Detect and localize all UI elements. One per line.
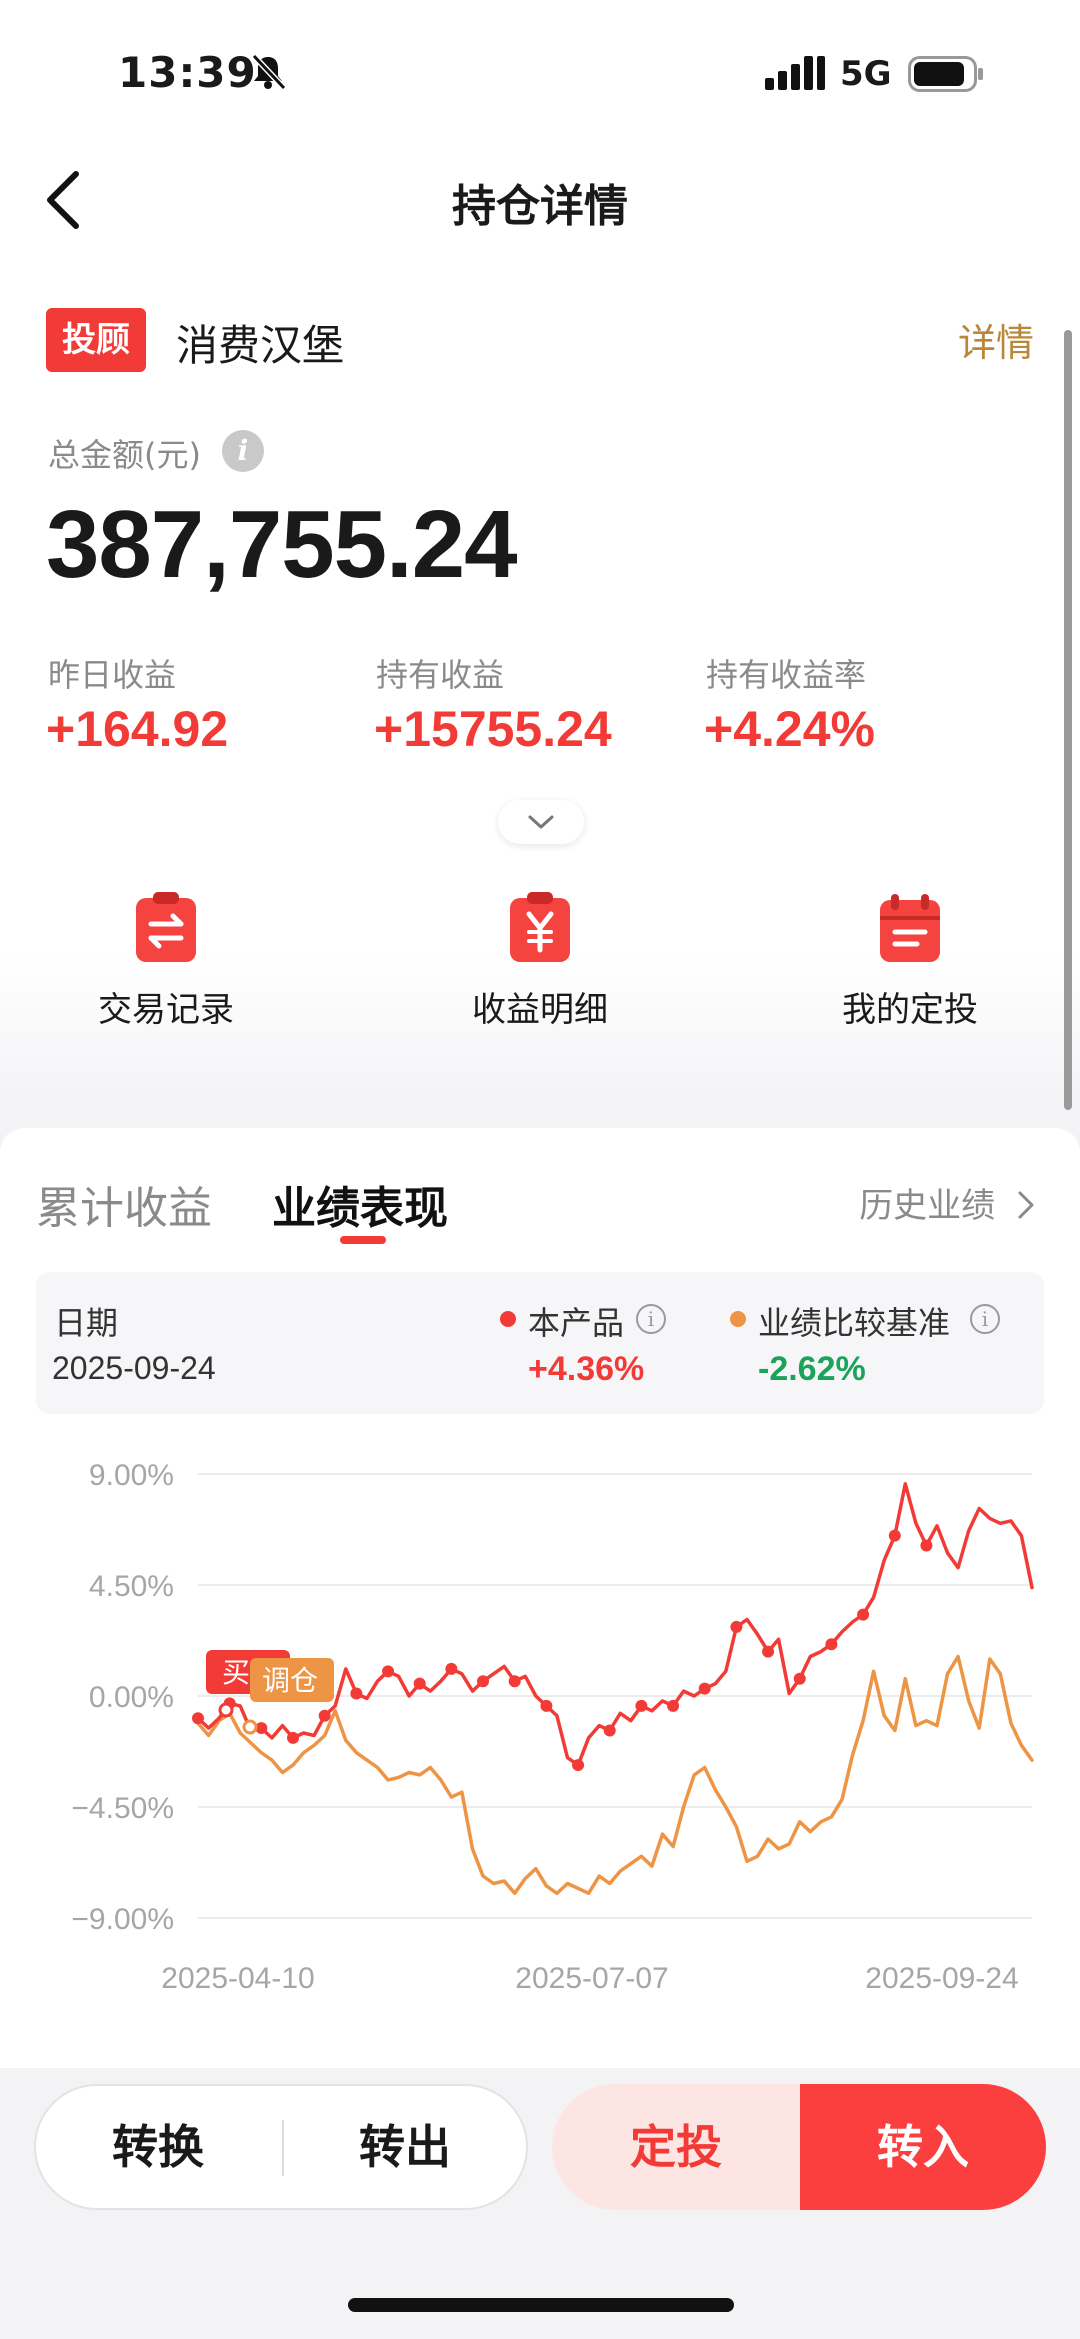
total-amount: 387,755.24 bbox=[46, 491, 517, 598]
y-tick-label: 0.00% bbox=[89, 1681, 174, 1714]
trade-point bbox=[572, 1759, 585, 1772]
trade-point bbox=[192, 1712, 204, 1725]
battery-icon bbox=[908, 56, 983, 92]
invest-group: 定投 转入 bbox=[552, 2084, 1046, 2210]
quick-action-label: 交易记录 bbox=[98, 990, 234, 1030]
expand-toggle[interactable] bbox=[498, 800, 584, 844]
holding-rate-value: +4.24% bbox=[704, 701, 875, 757]
product-series-line bbox=[196, 1482, 1034, 1767]
legend-date-label: 日期 bbox=[54, 1304, 119, 1342]
info-icon[interactable]: i bbox=[636, 1304, 666, 1334]
trade-point bbox=[508, 1675, 521, 1688]
home-indicator[interactable] bbox=[348, 2298, 734, 2312]
trade-point bbox=[413, 1677, 426, 1690]
y-tick-label: −9.00% bbox=[71, 1903, 174, 1936]
trade-point bbox=[857, 1608, 870, 1621]
buy-marker-label: 买 bbox=[222, 1656, 250, 1689]
legend-benchmark-value: -2.62% bbox=[758, 1350, 866, 1388]
rebalance-point bbox=[242, 1719, 258, 1735]
network-type: 5G bbox=[840, 54, 892, 94]
transfer-doc-icon bbox=[136, 892, 196, 962]
legend-product-label: 本产品 bbox=[528, 1304, 625, 1342]
product-name: 消费汉堡 bbox=[176, 321, 345, 370]
bell-muted-icon bbox=[251, 53, 287, 91]
trade-point bbox=[793, 1672, 806, 1685]
holding-profit-label: 持有收益 bbox=[376, 656, 505, 694]
buy-in-button[interactable]: 转入 bbox=[800, 2084, 1046, 2210]
holding-rate-label: 持有收益率 bbox=[706, 656, 867, 694]
trade-point bbox=[698, 1682, 711, 1695]
holding-profit-value: +15755.24 bbox=[374, 701, 612, 757]
quick-action-auto-invest[interactable]: 我的定投 bbox=[780, 880, 1040, 1030]
y-tick-label: 9.00% bbox=[89, 1459, 174, 1492]
trade-point bbox=[318, 1709, 331, 1722]
quick-action-trade-records[interactable]: 交易记录 bbox=[36, 880, 296, 1030]
tab-cumulative-profit[interactable]: 累计收益 bbox=[36, 1172, 212, 1236]
x-tick-label: 2025-09-24 bbox=[865, 1962, 1018, 1995]
chevron-right-icon bbox=[1018, 1191, 1034, 1219]
performance-line-chart[interactable]: 9.00% 4.50% 0.00% −4.50% −9.00% 买 调仓 2025-04… bbox=[0, 1440, 1080, 2000]
yesterday-profit-label: 昨日收益 bbox=[48, 656, 177, 694]
quick-action-label: 我的定投 bbox=[842, 990, 978, 1030]
trade-point bbox=[920, 1539, 933, 1552]
status-time: 13:39 bbox=[118, 48, 257, 97]
legend-benchmark-label: 业绩比较基准 bbox=[758, 1304, 951, 1342]
tab-performance[interactable]: 业绩表现 bbox=[272, 1172, 448, 1236]
trade-point bbox=[635, 1699, 648, 1712]
trade-point bbox=[667, 1699, 680, 1712]
yesterday-profit-value: +164.92 bbox=[46, 701, 229, 757]
chevron-down-icon bbox=[528, 815, 554, 829]
advisory-tag: 投顾 bbox=[46, 308, 146, 372]
legend-date-value: 2025-09-24 bbox=[52, 1350, 216, 1386]
convert-button[interactable]: 转换 bbox=[34, 2084, 282, 2210]
trade-point bbox=[888, 1529, 901, 1542]
quick-action-label: 收益明细 bbox=[472, 990, 608, 1030]
signal-strength-icon bbox=[765, 56, 825, 90]
auto-invest-button[interactable]: 定投 bbox=[552, 2084, 800, 2210]
active-tab-indicator bbox=[340, 1236, 386, 1244]
trade-point bbox=[477, 1675, 490, 1688]
trade-point bbox=[730, 1620, 743, 1633]
redeem-button[interactable]: 转出 bbox=[282, 2084, 528, 2210]
x-tick-label: 2025-07-07 bbox=[515, 1962, 668, 1995]
page-title: 持仓详情 bbox=[452, 181, 628, 232]
trade-point bbox=[540, 1699, 553, 1712]
legend-product-value: +4.36% bbox=[528, 1350, 645, 1388]
trade-point bbox=[603, 1724, 616, 1737]
y-tick-label: 4.50% bbox=[89, 1570, 174, 1603]
product-legend-dot bbox=[500, 1311, 516, 1327]
trade-point bbox=[350, 1687, 363, 1700]
history-link-label: 历史业绩 bbox=[859, 1186, 996, 1226]
rebalance-marker-label: 调仓 bbox=[262, 1664, 318, 1697]
buy-point bbox=[218, 1702, 234, 1718]
trade-point bbox=[287, 1731, 300, 1744]
info-icon[interactable]: i bbox=[970, 1304, 1000, 1334]
benchmark-legend-dot bbox=[730, 1311, 746, 1327]
quick-action-profit-details[interactable]: 收益明细 bbox=[410, 880, 670, 1030]
x-tick-label: 2025-04-10 bbox=[161, 1962, 314, 1995]
trade-point bbox=[445, 1662, 458, 1675]
trade-point bbox=[382, 1665, 395, 1678]
trade-point bbox=[825, 1638, 838, 1651]
trade-point bbox=[762, 1645, 775, 1658]
info-icon[interactable]: i bbox=[222, 430, 264, 472]
total-amount-label: 总金额(元) bbox=[48, 436, 201, 474]
yuan-doc-icon bbox=[510, 892, 570, 962]
y-tick-label: −4.50% bbox=[71, 1792, 174, 1825]
scrollbar[interactable] bbox=[1064, 330, 1072, 1110]
product-detail-link[interactable]: 详情 bbox=[958, 312, 1034, 367]
history-performance-link[interactable]: 历史业绩 bbox=[859, 1178, 1038, 1227]
calendar-icon bbox=[880, 894, 940, 962]
